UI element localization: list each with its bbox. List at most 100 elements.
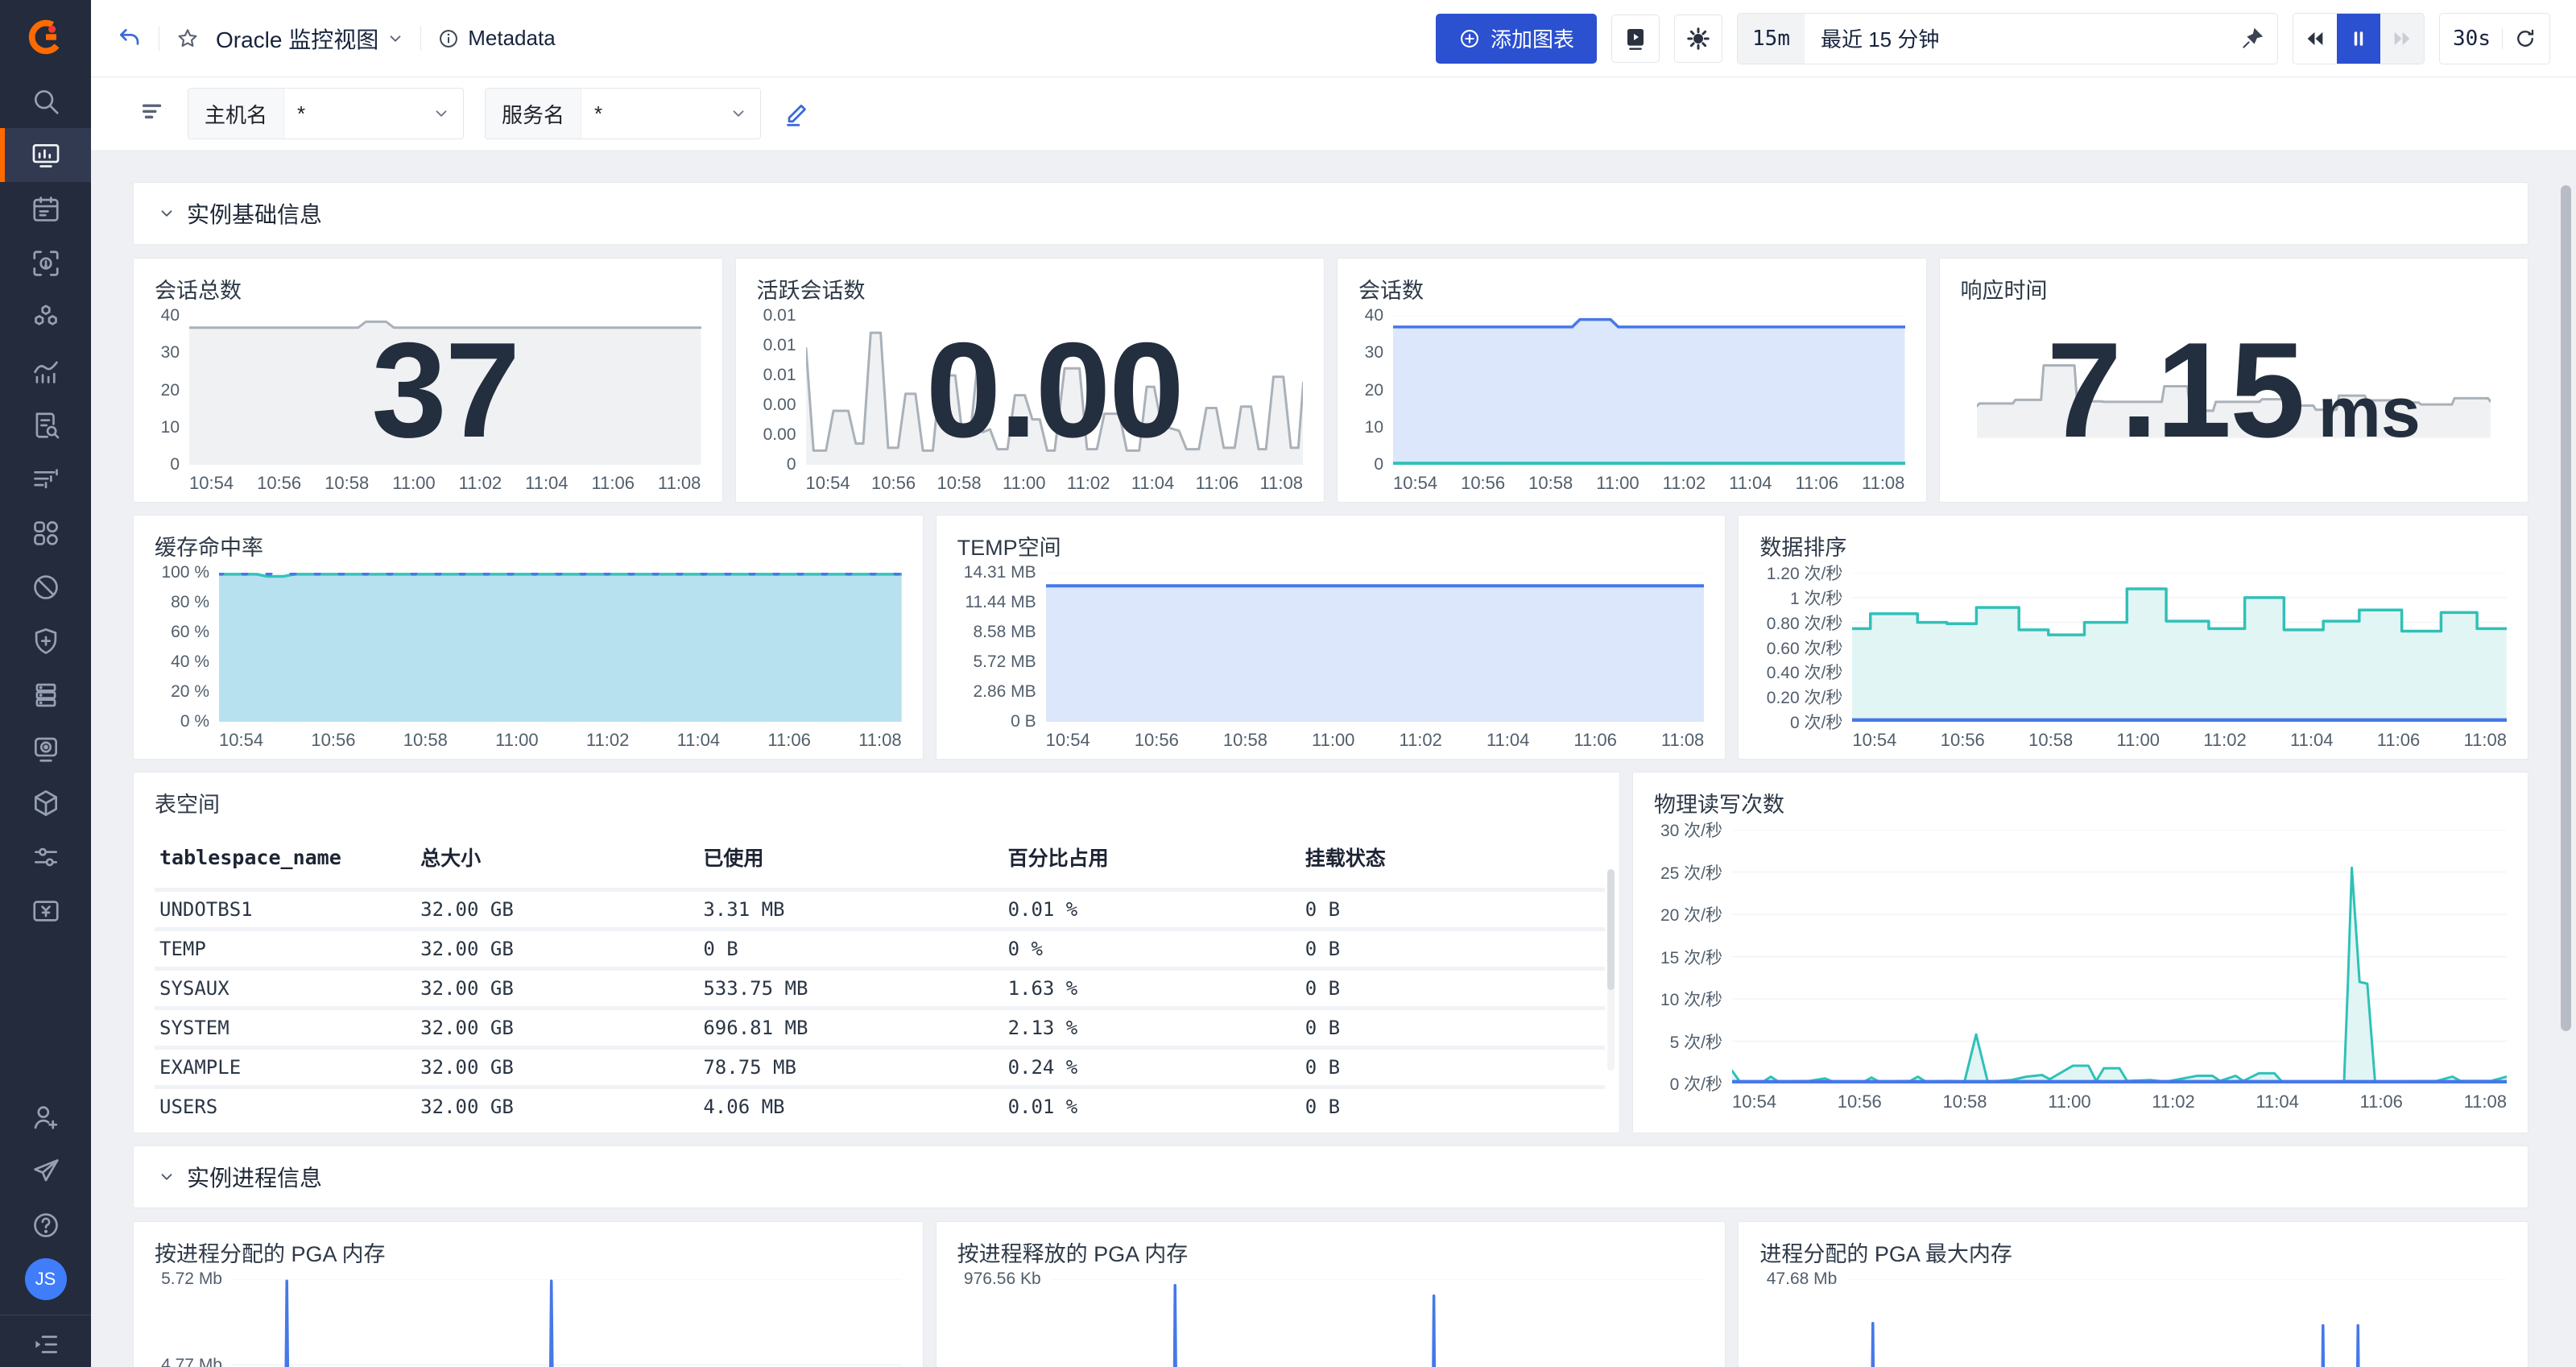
forward-button[interactable] bbox=[2380, 14, 2424, 64]
collapse-menu-icon[interactable] bbox=[0, 1322, 91, 1367]
y-tick: 5.72 MB bbox=[973, 652, 1036, 672]
x-tick: 11:02 bbox=[1663, 473, 1706, 494]
y-tick: 30 次/秒 bbox=[1660, 818, 1722, 842]
tablespace-table: tablespace_name总大小已使用百分比占用挂载状态 UNDOTBS13… bbox=[155, 830, 1605, 1125]
x-tick: 11:02 bbox=[459, 473, 502, 494]
app-shapes-icon bbox=[31, 518, 61, 549]
panel-title: 会话总数 bbox=[155, 273, 701, 304]
sidebar-item-filter-lines[interactable] bbox=[0, 452, 91, 506]
sidebar-item-hexagon-cluster[interactable] bbox=[0, 290, 91, 344]
sidebar-item-send-plane[interactable] bbox=[0, 1144, 91, 1198]
x-tick: 10:58 bbox=[325, 473, 369, 494]
chart-canvas[interactable] bbox=[1051, 1279, 1705, 1367]
sidebar-item-app-shapes[interactable] bbox=[0, 506, 91, 560]
x-tick: 11:04 bbox=[1131, 473, 1174, 494]
panel-phys-rw: 物理读写次数30 次/秒25 次/秒20 次/秒15 次/秒10 次/秒5 次/… bbox=[1632, 772, 2528, 1133]
sidebar-item-scan-snapshot[interactable] bbox=[0, 236, 91, 290]
x-tick: 11:04 bbox=[2256, 1092, 2298, 1112]
fast-forward-icon bbox=[2391, 27, 2413, 50]
x-tick: 10:54 bbox=[1393, 473, 1437, 494]
sidebar-item-calendar-note[interactable] bbox=[0, 182, 91, 236]
table-cell: 0 B bbox=[1300, 890, 1605, 930]
brand-logo-icon[interactable] bbox=[0, 0, 91, 74]
settings-button[interactable] bbox=[1674, 14, 1722, 63]
table-cell: SYSAUX bbox=[155, 969, 416, 1009]
x-tick: 11:00 bbox=[2048, 1092, 2090, 1112]
metadata-button[interactable]: Metadata bbox=[437, 26, 555, 51]
table-cell: 0 B bbox=[1300, 1087, 1605, 1125]
sidebar-item-trend-chart[interactable] bbox=[0, 344, 91, 398]
x-tick: 11:06 bbox=[2359, 1092, 2402, 1112]
service-filter-select[interactable]: 服务名 * bbox=[485, 88, 761, 139]
add-chart-button[interactable]: 添加图表 bbox=[1436, 14, 1597, 64]
chart-canvas[interactable] bbox=[806, 316, 1304, 465]
undo-icon[interactable] bbox=[117, 26, 143, 52]
x-tick: 11:00 bbox=[392, 473, 435, 494]
sidebar-item-webcam[interactable] bbox=[0, 722, 91, 776]
favorite-star-icon[interactable] bbox=[176, 27, 200, 51]
x-tick: 11:02 bbox=[2203, 730, 2246, 751]
search-icon bbox=[31, 86, 61, 117]
panel-pga-freed: 按进程释放的 PGA 内存976.56 Kb781.25 Kb585.94 Kb… bbox=[936, 1221, 1726, 1367]
sidebar-item-dashboard[interactable] bbox=[0, 128, 91, 182]
pause-button[interactable] bbox=[2337, 14, 2380, 64]
x-tick: 10:58 bbox=[2028, 730, 2073, 751]
table-cell: 32.00 GB bbox=[416, 890, 698, 930]
y-tick: 40 bbox=[161, 306, 180, 325]
chart-canvas[interactable] bbox=[1852, 573, 2507, 722]
panel-title: TEMP空间 bbox=[957, 530, 1705, 561]
y-axis: 5.72 Mb4.77 Mb3.81 Mb2.86 Mb1.91 Mb0.95 … bbox=[155, 1279, 232, 1367]
avatar[interactable]: JS bbox=[25, 1258, 67, 1300]
table-cell: 0.24 % bbox=[1003, 1048, 1300, 1087]
chart-canvas[interactable] bbox=[219, 573, 902, 722]
panel-title: 缓存命中率 bbox=[155, 530, 902, 561]
service-filter-label: 服务名 bbox=[486, 89, 581, 139]
chart-canvas[interactable] bbox=[189, 316, 701, 465]
filter-lines-icon bbox=[31, 464, 61, 495]
sidebar-item-search[interactable] bbox=[0, 74, 91, 128]
chart-canvas[interactable] bbox=[232, 1279, 902, 1367]
table-header-1: 总大小 bbox=[416, 830, 698, 890]
sidebar-item-user-plus[interactable] bbox=[0, 1090, 91, 1144]
slideshow-button[interactable] bbox=[1611, 14, 1660, 63]
host-filter-select[interactable]: 主机名 * bbox=[188, 88, 464, 139]
sidebar-item-help-circle[interactable] bbox=[0, 1198, 91, 1252]
chart-canvas[interactable] bbox=[1732, 830, 2507, 1083]
table-cell: 32.00 GB bbox=[416, 1087, 698, 1125]
section-process-info[interactable]: 实例进程信息 bbox=[133, 1145, 2528, 1208]
y-axis: 47.68 Mb38.15 Mb28.61 Mb19.07 Mb9.54 Mb0… bbox=[1759, 1279, 1846, 1367]
host-filter-label: 主机名 bbox=[188, 89, 284, 139]
sidebar-item-doc-search[interactable] bbox=[0, 398, 91, 452]
section-title: 实例基础信息 bbox=[187, 197, 322, 230]
sidebar-item-shield-plus[interactable] bbox=[0, 614, 91, 668]
table-cell: 32.00 GB bbox=[416, 969, 698, 1009]
time-range-picker[interactable]: 15m 最近 15 分钟 bbox=[1737, 13, 2278, 64]
table-cell: 0.01 % bbox=[1003, 890, 1300, 930]
table-scrollbar-thumb[interactable] bbox=[1607, 869, 1615, 990]
sidebar-item-bill-card[interactable] bbox=[0, 884, 91, 938]
sidebar-item-no-entry[interactable] bbox=[0, 560, 91, 614]
refresh-interval-control[interactable]: 30s bbox=[2439, 13, 2550, 64]
pin-icon[interactable] bbox=[2240, 27, 2277, 51]
section-basic-info[interactable]: 实例基础信息 bbox=[133, 182, 2528, 245]
user-plus-icon bbox=[31, 1102, 61, 1133]
chart-canvas[interactable] bbox=[1046, 573, 1705, 722]
panel-title: 数据排序 bbox=[1759, 530, 2507, 561]
chart-canvas[interactable] bbox=[1846, 1279, 2507, 1367]
dashboard-title-dropdown[interactable]: Oracle 监控视图 bbox=[216, 23, 404, 55]
x-tick: 11:02 bbox=[1067, 473, 1110, 494]
sidebar-item-server-stack[interactable] bbox=[0, 668, 91, 722]
y-tick: 40 % bbox=[171, 652, 209, 672]
sidebar-nav bbox=[0, 74, 91, 938]
sidebar-item-sliders[interactable] bbox=[0, 830, 91, 884]
x-axis: 10:5410:5610:5811:0011:0211:0411:0611:08 bbox=[1046, 730, 1705, 751]
chart-canvas[interactable] bbox=[1977, 354, 2491, 438]
chart-canvas[interactable] bbox=[1393, 316, 1905, 465]
page-scrollbar-thumb[interactable] bbox=[2561, 185, 2571, 1031]
host-filter-value: * bbox=[297, 101, 305, 126]
rewind-button[interactable] bbox=[2293, 14, 2337, 64]
edit-filters-icon[interactable] bbox=[782, 99, 811, 128]
y-tick: 0 次/秒 bbox=[1790, 710, 1842, 734]
main-column: Oracle 监控视图 Metadata 添加图表 bbox=[91, 0, 2576, 1367]
sidebar-item-package-hexagon[interactable] bbox=[0, 776, 91, 830]
